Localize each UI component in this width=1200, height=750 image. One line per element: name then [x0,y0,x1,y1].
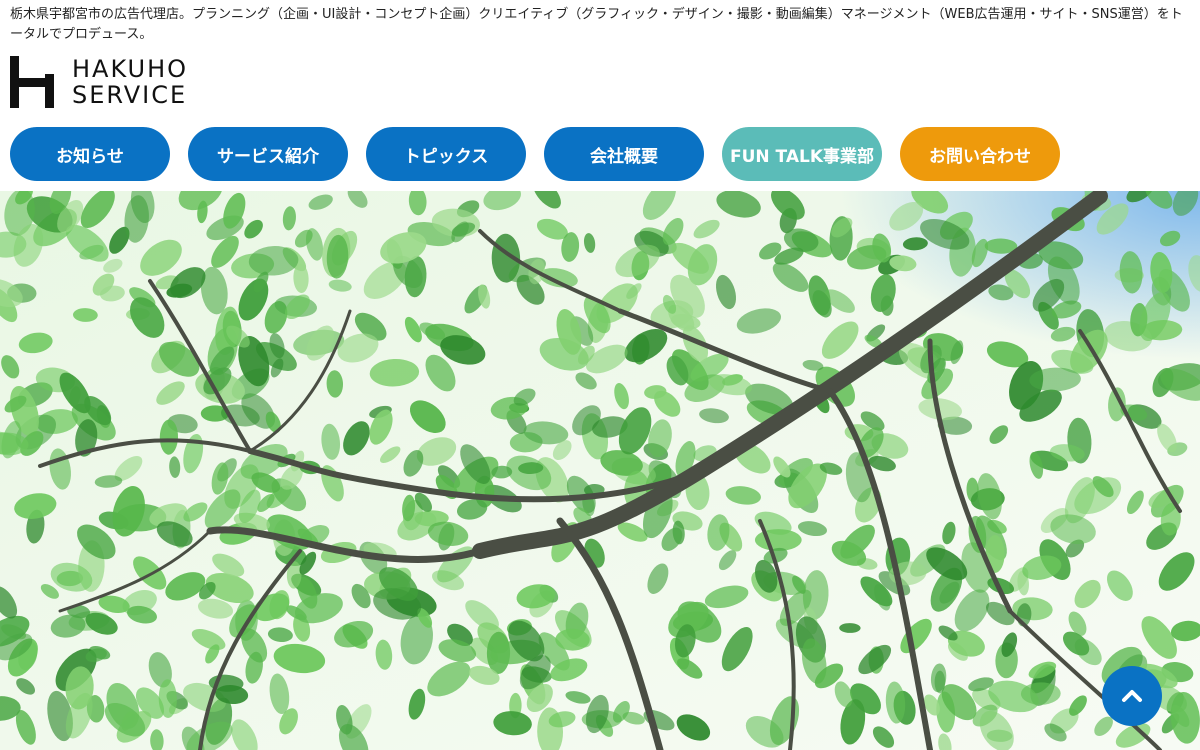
logo-line-1: HAKUHO [72,55,189,83]
tree-canopy-illustration [0,191,1200,750]
global-nav: お知らせ サービス紹介 トピックス 会社概要 FUN TALK事業部 お問い合わ… [10,127,1060,181]
site-logo[interactable]: HAKUHO SERVICE [10,56,188,108]
chevron-up-icon [1122,690,1142,702]
nav-services-button[interactable]: サービス紹介 [188,127,348,181]
nav-contact-button[interactable]: お問い合わせ [900,127,1060,181]
leaf-shape [934,670,946,694]
page-top-button[interactable] [1102,666,1162,726]
logo-h-mark-icon [10,56,54,108]
site-tagline: 栃木県宇都宮市の広告代理店。プランニング（企画・UI設計・コンセプト企画）クリエ… [10,7,1183,42]
nav-company-button[interactable]: 会社概要 [544,127,704,181]
logo-wordmark: HAKUHO SERVICE [72,56,188,108]
nav-fun-talk-button[interactable]: FUN TALK事業部 [722,127,882,181]
nav-news-button[interactable]: お知らせ [10,127,170,181]
nav-topics-button[interactable]: トピックス [366,127,526,181]
logo-line-2: SERVICE [72,81,188,109]
hero-image [0,191,1200,750]
